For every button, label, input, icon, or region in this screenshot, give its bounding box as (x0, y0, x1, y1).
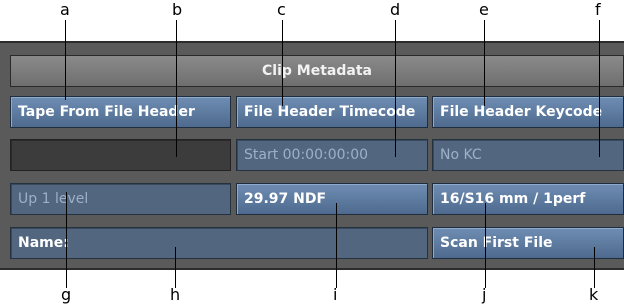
leader-line-k (594, 247, 595, 288)
file-header-keycode-button[interactable]: File Header Keycode (432, 96, 624, 128)
scan-first-file-button[interactable]: Scan First File (432, 227, 624, 259)
leader-line-c (282, 20, 283, 106)
leader-line-b (176, 20, 177, 157)
name-field[interactable]: Name: (10, 227, 428, 259)
callout-c: c (277, 0, 286, 19)
callout-e: e (479, 0, 489, 19)
callout-j: j (482, 285, 487, 304)
leader-line-e (484, 20, 485, 106)
tape-name-field[interactable] (10, 139, 231, 171)
callout-g: g (61, 285, 72, 304)
callout-k: k (589, 285, 599, 304)
callout-b: b (172, 0, 183, 19)
callout-i: i (333, 285, 338, 304)
frame-rate-button[interactable]: 29.97 NDF (236, 183, 428, 215)
leader-line-d (395, 20, 396, 157)
film-format-button[interactable]: 16/S16 mm / 1perf (432, 183, 624, 215)
tape-from-file-header-button[interactable]: Tape From File Header (10, 96, 231, 128)
up-level-field[interactable]: Up 1 level (10, 183, 231, 215)
callout-d: d (390, 0, 401, 19)
leader-line-a (65, 20, 66, 100)
leader-line-h (175, 247, 176, 288)
callout-h: h (170, 285, 181, 304)
leader-line-i (336, 203, 337, 288)
leader-line-g (66, 192, 67, 288)
leader-line-j (485, 203, 486, 288)
panel-title: Clip Metadata (10, 55, 624, 87)
file-header-timecode-button[interactable]: File Header Timecode (236, 96, 428, 128)
keycode-field[interactable]: No KC (432, 139, 624, 171)
start-timecode-field[interactable]: Start 00:00:00:00 (236, 139, 428, 171)
leader-line-f (599, 20, 600, 157)
callout-a: a (60, 0, 70, 19)
callout-f: f (595, 0, 601, 19)
